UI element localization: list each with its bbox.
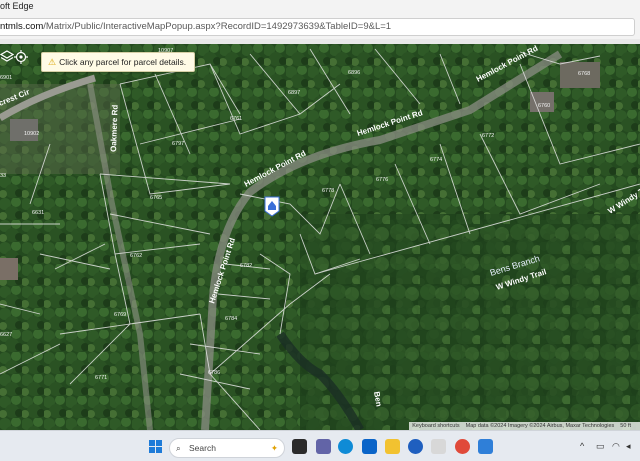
display-icon[interactable]: ▭	[596, 441, 605, 452]
volume-icon[interactable]: ◂	[626, 441, 631, 452]
map-scale: 50 ft	[620, 423, 631, 429]
window-title-bar: oft Edge	[0, 0, 640, 13]
m-app-icon[interactable]	[408, 439, 423, 454]
parcel-number[interactable]: 6769	[114, 312, 126, 318]
parcel-number[interactable]: 10902	[24, 131, 39, 137]
house-roof	[10, 119, 38, 141]
house-roof	[530, 92, 554, 112]
store-icon[interactable]	[431, 439, 446, 454]
teams-icon[interactable]	[316, 439, 331, 454]
parcel-number[interactable]: 6778	[322, 188, 334, 194]
crosshair-target-icon[interactable]	[14, 50, 30, 66]
address-bar: ntmls.com/Matrix/Public/InteractiveMapPo…	[0, 13, 640, 39]
keyboard-shortcuts-link[interactable]: Keyboard shortcuts	[412, 423, 459, 429]
url-field[interactable]: ntmls.com/Matrix/Public/InteractiveMapPo…	[0, 18, 635, 36]
tray-chevron-icon[interactable]: ^	[580, 441, 584, 451]
parcel-number[interactable]: 6768	[578, 71, 590, 77]
parcel-number[interactable]: 33	[0, 173, 6, 179]
interactive-map[interactable]: 10907 6896 6897 6768 6760 6761 6797 6772…	[0, 44, 640, 430]
warning-icon: ⚠	[48, 57, 57, 67]
search-label: Search	[189, 443, 216, 453]
windows-start-icon[interactable]	[149, 440, 164, 455]
parcel-number[interactable]: 6771	[95, 375, 107, 381]
parcel-number[interactable]: 6896	[348, 70, 360, 76]
parcel-number[interactable]: 6901	[0, 75, 12, 81]
window-title: oft Edge	[0, 1, 34, 11]
house-roof	[0, 258, 18, 280]
parcel-number[interactable]: 6765	[150, 195, 162, 201]
parcel-number[interactable]: 6897	[288, 90, 300, 96]
chrome-icon[interactable]	[455, 439, 470, 454]
parcel-tooltip: ⚠ Click any parcel for parcel details.	[41, 52, 196, 72]
edge-icon[interactable]	[338, 439, 353, 454]
url-host: ntmls.com	[0, 21, 44, 32]
mail-icon[interactable]	[362, 439, 377, 454]
parcel-number[interactable]: 6784	[225, 316, 237, 322]
dense-forest	[300, 214, 640, 430]
parcel-number[interactable]: 6627	[0, 332, 12, 338]
map-satellite-imagery[interactable]: 10907 6896 6897 6768 6760 6761 6797 6772…	[0, 44, 640, 430]
road-label: Oakmere Rd	[109, 105, 120, 153]
parcel-number[interactable]: 6786	[208, 370, 220, 376]
parcel-number[interactable]: 6762	[130, 253, 142, 259]
parcel-number[interactable]: 6774	[430, 157, 442, 163]
parcel-number[interactable]: 6761	[230, 116, 242, 122]
file-explorer-icon[interactable]	[385, 439, 400, 454]
map-data-credit: Map data ©2024 Imagery ©2024 Airbus, Max…	[465, 423, 615, 429]
windows-taskbar: ⌕ Search ✦ ^ ▭ ◠ ◂	[0, 430, 640, 461]
search-highlight-icon: ✦	[270, 443, 278, 453]
map-attribution: Keyboard shortcuts Map data ©2024 Imagery…	[409, 422, 640, 430]
parcel-number[interactable]: 6782	[240, 263, 252, 269]
taskbar-search[interactable]: ⌕ Search ✦	[169, 438, 285, 458]
parcel-number[interactable]: 6772	[482, 133, 494, 139]
parcel-number[interactable]: 6631	[32, 210, 44, 216]
url-path: /Matrix/Public/InteractiveMapPopup.aspx?…	[43, 21, 392, 32]
parcel-number[interactable]: 6797	[172, 141, 184, 147]
task-view-icon[interactable]	[292, 439, 307, 454]
parcel-number[interactable]: 6776	[376, 177, 388, 183]
tooltip-text: Click any parcel for parcel details.	[59, 57, 187, 67]
wifi-icon[interactable]: ◠	[612, 441, 620, 452]
parcel-number[interactable]: 6760	[538, 103, 550, 109]
search-icon: ⌕	[176, 443, 181, 453]
app-icon[interactable]	[478, 439, 493, 454]
